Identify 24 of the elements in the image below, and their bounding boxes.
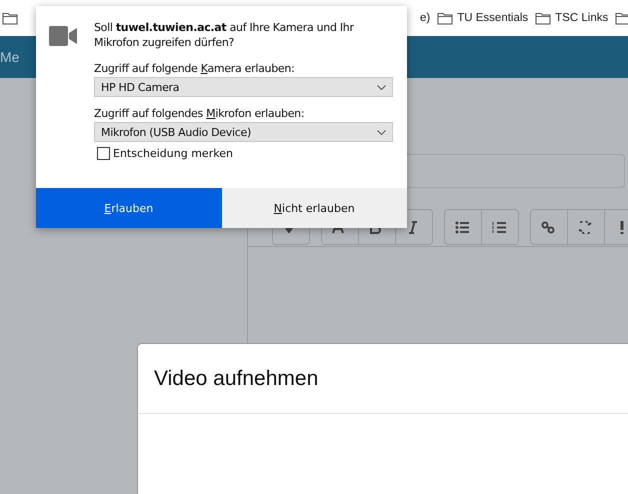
checkbox[interactable]	[97, 147, 110, 160]
folder-icon	[535, 12, 552, 24]
select-label: Zugriff auf folgendes Mikrofon erlauben:	[94, 106, 306, 122]
folder-icon[interactable]	[2, 12, 18, 24]
deny-button[interactable]: Nicht erlauben	[222, 188, 407, 228]
modal-title: Video aufnehmen	[154, 366, 318, 390]
header-title: Me	[0, 49, 20, 65]
video-camera-icon	[48, 26, 78, 46]
chevron-down-icon	[377, 130, 386, 134]
bookmark-link[interactable]: e)	[420, 12, 430, 24]
allow-button[interactable]: Erlauben	[36, 188, 222, 228]
device-select[interactable]: HP HD Camera	[94, 77, 393, 97]
numbered-list-icon[interactable]	[492, 220, 508, 234]
bullet-list-icon[interactable]	[455, 220, 471, 234]
checkbox-label[interactable]: Entscheidung merken	[113, 147, 233, 160]
link-icon[interactable]	[541, 220, 557, 234]
bookmark-link[interactable]: TSC Links	[555, 12, 608, 24]
select-label: Zugriff auf folgende Kamera erlauben:	[94, 61, 296, 77]
bookmark-link[interactable]: TU Essentials	[457, 12, 528, 24]
device-select[interactable]: Mikrofon (USB Audio Device)	[94, 122, 393, 142]
chevron-down-icon	[377, 84, 386, 90]
folder-icon	[437, 12, 454, 24]
folder-icon[interactable]	[615, 12, 628, 24]
permission-message: Soll tuwel.tuwien.ac.at auf Ihre Kamera und Ihr Mikrofon zugreifen dürfen?	[94, 20, 355, 50]
